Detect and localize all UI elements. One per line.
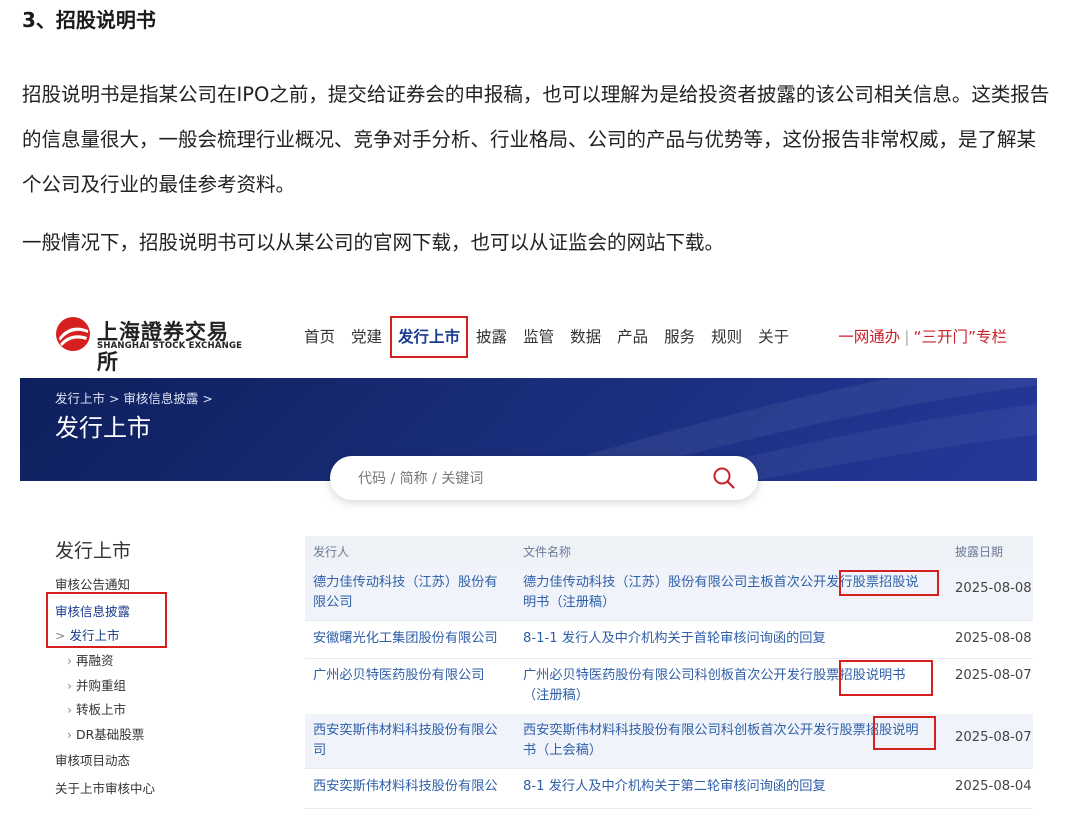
sidebar-item-dr-stocks[interactable]: › DR基础股票 (67, 724, 144, 743)
sidebar-title: 发行上市 (55, 540, 132, 562)
highlight-box-prospectus-1 (839, 570, 939, 596)
quick-link-one-stop[interactable]: 一网通办 (838, 328, 900, 346)
table-row: 安徽曙光化工集团股份有限公司 8-1-1 发行人及中介机构关于首轮审核问询函的回… (305, 620, 1033, 659)
search-input[interactable] (356, 465, 690, 493)
article-paragraph-2: 一般情况下，招股说明书可以从某公司的官网下载，也可以从证监会的网站下载。 (22, 231, 725, 254)
disclosure-date: 2025-08-07 (955, 730, 1032, 745)
sse-logo-icon (56, 317, 90, 351)
search-icon[interactable] (712, 466, 736, 490)
disclosure-date: 2025-08-04 (955, 779, 1032, 794)
nav-item-products[interactable]: 产品 (615, 322, 650, 352)
sidebar-item-refinancing[interactable]: › 再融资 (67, 650, 114, 669)
nav-item-party[interactable]: 党建 (349, 322, 384, 352)
nav-item-rules[interactable]: 规则 (709, 322, 744, 352)
issuer-link[interactable]: 德力佳传动科技（江苏）股份有 限公司 (313, 573, 513, 613)
issuer-link[interactable]: 西安奕斯伟材料科技股份有限公司 (313, 721, 513, 761)
nav-item-home[interactable]: 首页 (302, 322, 337, 352)
breadcrumb[interactable]: 发行上市 > 审核信息披露 > (55, 388, 213, 407)
article-paragraph-1: 招股说明书是指某公司在IPO之前，提交给证券会的申报稿，也可以理解为是给投资者披… (22, 83, 1050, 196)
chevron-right-icon: › (67, 702, 72, 717)
sse-logo[interactable]: 上海證券交易所 SHANGHAI STOCK EXCHANGE (55, 314, 245, 374)
nav-item-about[interactable]: 关于 (756, 322, 791, 352)
sse-header: 上海證券交易所 SHANGHAI STOCK EXCHANGE 首页 党建 发行… (20, 304, 1037, 374)
sidebar-item-label: 再融资 (76, 653, 114, 668)
quick-link-divider: | (904, 328, 910, 346)
nav-item-services[interactable]: 服务 (662, 322, 697, 352)
quick-links: 一网通办 | “三开门”专栏 (838, 322, 1007, 352)
column-header-document: 文件名称 (523, 545, 572, 559)
sse-website-screenshot: 上海證券交易所 SHANGHAI STOCK EXCHANGE 首页 党建 发行… (20, 304, 1037, 817)
sidebar-item-transfer-listing[interactable]: › 转板上市 (67, 699, 126, 718)
logo-english-text: SHANGHAI STOCK EXCHANGE (97, 341, 243, 351)
issuer-link[interactable]: 安徽曙光化工集团股份有限公司 (313, 629, 518, 649)
chevron-right-icon: › (67, 653, 72, 668)
sidebar-item-review-center[interactable]: 关于上市审核中心 (55, 778, 155, 797)
disclosure-date: 2025-08-07 (955, 668, 1032, 683)
article-heading: 3、招股说明书 (22, 8, 156, 32)
sidebar-item-mergers[interactable]: › 并购重组 (67, 675, 126, 694)
nav-item-disclosure[interactable]: 披露 (474, 322, 509, 352)
nav-item-regulation[interactable]: 监管 (521, 322, 556, 352)
page-title: 发行上市 (55, 414, 151, 442)
table-row: 西安奕斯伟材料科技股份有限公 8-1 发行人及中介机构关于第二轮审核问询函的回复… (305, 768, 1033, 809)
document-link[interactable]: 8-1-1 发行人及中介机构关于首轮审核问询函的回复 (523, 629, 938, 649)
sidebar-item-label: DR基础股票 (76, 727, 145, 742)
issuer-link[interactable]: 广州必贝特医药股份有限公司 (313, 666, 513, 686)
column-header-date: 披露日期 (955, 545, 1004, 559)
sidebar-item-review-notices[interactable]: 审核公告通知 (55, 574, 130, 593)
highlight-box-prospectus-3 (873, 716, 936, 750)
search-box (330, 456, 758, 500)
main-nav: 首页 党建 发行上市 披露 监管 数据 产品 服务 规则 关于 (302, 316, 791, 358)
sidebar-item-label: 并购重组 (76, 678, 127, 693)
nav-item-listing[interactable]: 发行上市 (390, 316, 469, 358)
nav-item-data[interactable]: 数据 (568, 322, 603, 352)
document-link[interactable]: 8-1 发行人及中介机构关于第二轮审核问询函的回复 (523, 777, 938, 797)
disclosure-date: 2025-08-08 (955, 581, 1032, 596)
sidebar-item-label: 转板上市 (76, 702, 127, 717)
table-header: 发行人 文件名称 披露日期 (305, 536, 1033, 566)
column-header-issuer: 发行人 (313, 545, 350, 559)
issuer-link[interactable]: 西安奕斯伟材料科技股份有限公 (313, 777, 518, 797)
highlight-box-prospectus-2 (839, 660, 933, 696)
chevron-right-icon: › (67, 727, 72, 742)
quick-link-three-doors[interactable]: “三开门”专栏 (913, 328, 1007, 346)
disclosure-date: 2025-08-08 (955, 631, 1032, 646)
chevron-right-icon: › (67, 678, 72, 693)
highlight-box-sidebar (46, 592, 167, 648)
sidebar-item-project-updates[interactable]: 审核项目动态 (55, 750, 130, 769)
